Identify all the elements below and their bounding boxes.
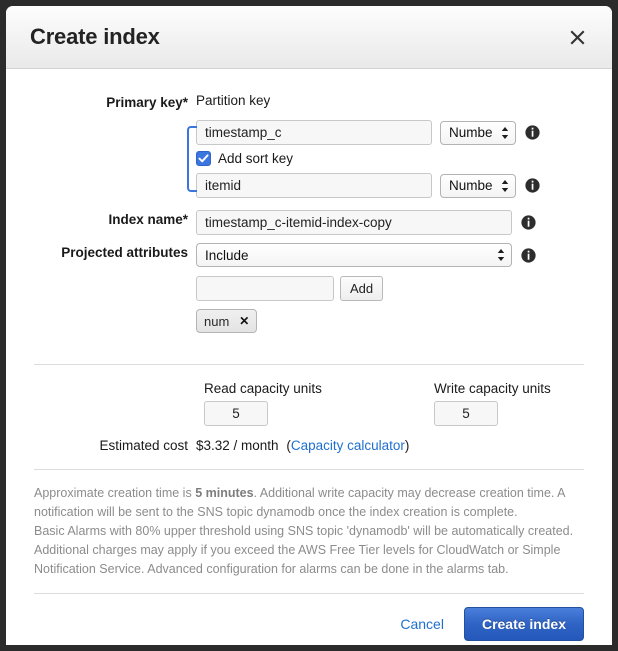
read-capacity-input[interactable]: [204, 401, 268, 426]
estimated-cost-label: Estimated cost: [99, 438, 188, 453]
read-capacity-cell: [204, 401, 434, 426]
attribute-tag-label: num: [204, 313, 230, 329]
note-line-1-pre: Approximate creation time is: [34, 486, 196, 500]
divider-note: [34, 469, 584, 470]
attribute-name-input[interactable]: [196, 276, 334, 301]
index-name-row: Index name*: [6, 210, 612, 235]
dialog-footer: Cancel Create index: [34, 593, 584, 641]
capacity-calculator-link[interactable]: Capacity calculator: [291, 438, 405, 453]
attribute-add-field: Add num ✕: [196, 276, 612, 333]
write-capacity-input[interactable]: [434, 401, 498, 426]
info-icon[interactable]: [525, 178, 540, 193]
primary-key-row: Primary key* Partition key: [6, 93, 612, 113]
cancel-button[interactable]: Cancel: [396, 610, 448, 638]
primary-key-inputs-row: Number: [6, 120, 612, 198]
estimated-cost-row: Estimated cost $3.32 / month (Capacity c…: [6, 438, 612, 453]
write-capacity-label: Write capacity units: [434, 381, 551, 396]
add-sort-key-checkbox[interactable]: [196, 151, 211, 166]
cost-paren-close: ): [404, 438, 410, 453]
dialog-body: Primary key* Partition key timestamp_c N…: [6, 69, 612, 645]
create-index-button[interactable]: Create index: [463, 607, 584, 641]
dialog-header: Create index: [6, 6, 612, 69]
index-name-input[interactable]: [196, 210, 512, 235]
partition-key-line: Number: [196, 120, 540, 145]
read-capacity-label: Read capacity units: [204, 381, 322, 396]
estimated-cost-value: $3.32 / month: [196, 438, 279, 453]
remove-icon[interactable]: ✕: [239, 315, 249, 327]
capacity-section: Read capacity units Write capacity units…: [6, 365, 612, 453]
partition-key-type-select[interactable]: Number: [440, 120, 516, 145]
capacity-inputs: [6, 401, 612, 426]
key-group-field: Number: [187, 120, 612, 198]
projected-attributes-label: Projected attributes: [61, 245, 188, 260]
note-line-1-bold: 5 minutes: [195, 486, 254, 500]
add-attribute-button[interactable]: Add: [340, 276, 384, 301]
creation-note: Approximate creation time is 5 minutes. …: [34, 484, 584, 579]
projected-attributes-select-wrap: Include: [196, 243, 512, 267]
primary-key-label: Primary key*: [106, 95, 188, 110]
add-sort-key-checkline[interactable]: Add sort key: [196, 151, 540, 166]
sort-key-type-wrap: Number: [440, 173, 516, 198]
create-index-dialog: Create index Primary key* Partition key: [6, 6, 612, 645]
index-name-label: Index name*: [108, 212, 188, 227]
form-section: Primary key* Partition key timestamp_c N…: [6, 69, 612, 352]
capacity-spacer: [6, 381, 204, 396]
note-line-1: Approximate creation time is 5 minutes. …: [34, 484, 584, 522]
key-group: Number: [187, 120, 540, 198]
sort-key-line: Number: [196, 173, 540, 198]
partition-key-input[interactable]: [196, 120, 432, 145]
add-sort-key-label[interactable]: Add sort key: [218, 151, 293, 166]
index-name-field: [196, 210, 612, 235]
projected-attributes-select[interactable]: Include: [196, 243, 512, 267]
attribute-tag: num ✕: [196, 309, 258, 333]
partition-key-label: Partition key: [196, 93, 271, 108]
capacity-spacer-2: [6, 401, 204, 426]
info-icon[interactable]: [521, 247, 536, 263]
estimated-cost-value-group: $3.32 / month (Capacity calculator): [196, 438, 409, 453]
sort-key-input[interactable]: [196, 173, 432, 198]
attribute-add-row: Add num ✕: [6, 276, 612, 333]
sort-key-type-select[interactable]: Number: [440, 173, 516, 198]
attribute-tag-list: num ✕: [196, 301, 612, 333]
write-capacity-cell: [434, 401, 612, 426]
info-icon[interactable]: [521, 215, 536, 230]
projected-attributes-field: Include: [196, 243, 612, 267]
projected-attributes-row: Projected attributes Include: [6, 243, 612, 267]
close-icon[interactable]: [564, 24, 590, 50]
note-line-2: Basic Alarms with 80% upper threshold us…: [34, 524, 574, 576]
capacity-headers: Read capacity units Write capacity units: [6, 381, 612, 396]
partition-key-label-field: Partition key: [196, 93, 612, 108]
dialog-title: Create index: [30, 24, 160, 49]
partition-key-type-wrap: Number: [440, 120, 516, 145]
info-icon[interactable]: [525, 125, 540, 140]
